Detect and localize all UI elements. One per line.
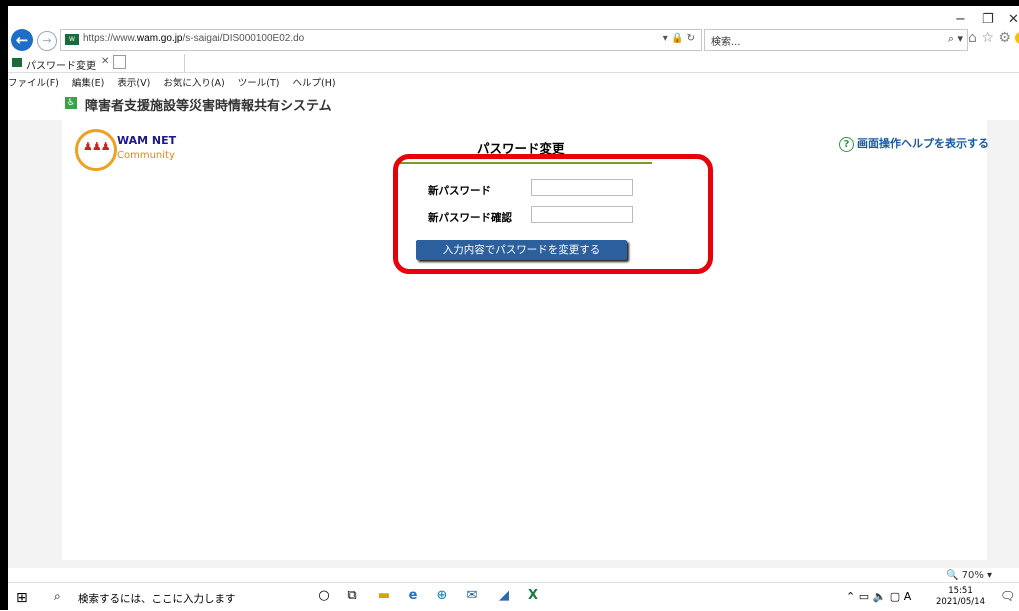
address-bar[interactable]: W https://www.wam.go.jp/s-saigai/DIS0001… [60, 29, 702, 51]
navigation-bar: ← → W https://www.wam.go.jp/s-saigai/DIS… [8, 27, 1019, 53]
task-view-icon[interactable]: ⧉ [343, 587, 361, 605]
forward-arrow-icon[interactable]: → [37, 31, 57, 51]
cortana-icon[interactable]: ○ [315, 587, 333, 605]
favorites-star-icon[interactable]: ☆ [981, 30, 994, 46]
page-viewport: ♟♟♟ WAM NET Community パスワード変更 ? 画面操作ヘルプを表… [8, 120, 1019, 568]
system-title: 障害者支援施設等災害時情報共有システム [85, 99, 332, 114]
excel-icon[interactable]: X [524, 587, 542, 605]
browser-tab[interactable]: パスワード変更 ✕ [8, 54, 185, 72]
taskbar-search-placeholder: 検索するには、ここに入力します [78, 593, 236, 605]
notification-icon[interactable]: 🗨 [1000, 589, 1015, 603]
url-text: https://www.wam.go.jp/s-saigai/DIS000100… [83, 33, 305, 44]
file-explorer-icon[interactable]: ▬ [375, 587, 393, 605]
search-icon[interactable]: ⌕ ▾ [948, 32, 963, 46]
minimize-icon[interactable]: − [955, 12, 966, 27]
feedback-smiley-icon[interactable] [1015, 32, 1019, 44]
tab-title: パスワード変更 [26, 61, 96, 72]
wamnet-logo: ♟♟♟ WAM NET Community [75, 127, 185, 171]
site-favicon-icon: W [65, 34, 79, 45]
outlook-icon[interactable]: ✉ [463, 587, 481, 605]
settings-gear-icon[interactable]: ⚙ [998, 30, 1011, 46]
menu-help[interactable]: ヘルプ(H) [293, 78, 336, 89]
menu-edit[interactable]: 編集(E) [72, 78, 104, 89]
clock[interactable]: 15:51 2021/05/14 [936, 586, 985, 608]
system-tray[interactable]: ⌃ ▭ 🔈 ▢ A [846, 590, 911, 603]
help-link[interactable]: ? 画面操作ヘルプを表示する [839, 135, 989, 152]
taskbar-search-icon: ⌕ [54, 589, 61, 603]
internet-explorer-icon[interactable]: e [404, 587, 422, 605]
tab-favicon-icon [12, 58, 22, 67]
logo-community: Community [117, 150, 175, 161]
new-tab-icon[interactable] [113, 55, 126, 69]
page-content: ♟♟♟ WAM NET Community パスワード変更 ? 画面操作ヘルプを表… [62, 120, 989, 560]
logo-people-icon: ♟♟♟ [83, 140, 111, 153]
windows-start-icon[interactable]: ⊞ [16, 590, 28, 606]
window-frame-top [0, 0, 1019, 6]
address-tools[interactable]: ▾ 🔒 ↻ [663, 33, 695, 44]
zoom-indicator[interactable]: 🔍 70% ▾ [946, 570, 992, 581]
app-icon[interactable]: ◢ [495, 587, 513, 605]
browser-search-box[interactable]: 検索... ⌕ ▾ [704, 29, 968, 51]
menu-file[interactable]: ファイル(F) [8, 78, 59, 89]
menu-view[interactable]: 表示(V) [117, 78, 150, 89]
highlight-annotation [393, 154, 713, 274]
home-icon[interactable]: ⌂ [968, 30, 977, 46]
ime-indicator[interactable]: A [904, 590, 912, 603]
accessibility-logo-icon: ♿ [65, 97, 77, 109]
globe-app-icon[interactable]: ⊕ [433, 587, 451, 605]
taskbar: ⊞ ⌕ 検索するには、ここに入力します ○ ⧉ ▬ e ⊕ ✉ ◢ X ⌃ ▭ … [8, 582, 1019, 611]
search-placeholder: 検索... [711, 37, 741, 48]
help-question-icon: ? [839, 136, 854, 152]
close-window-icon[interactable]: ✕ [1008, 12, 1019, 27]
menu-bar: ファイル(F) 編集(E) 表示(V) お気に入り(A) ツール(T) ヘルプ(… [8, 75, 346, 91]
clock-date: 2021/05/14 [936, 597, 985, 607]
clock-time: 15:51 [948, 586, 973, 596]
restore-icon[interactable]: ❐ [982, 12, 994, 27]
window-frame-left [0, 0, 8, 610]
logo-wordmark: WAM NET [117, 134, 177, 147]
browser-toolbar-icons: ⌂ ☆ ⚙ [968, 30, 1019, 46]
tab-divider [8, 72, 1019, 73]
tab-close-icon[interactable]: ✕ [101, 56, 109, 67]
menu-favorites[interactable]: お気に入り(A) [163, 78, 224, 89]
menu-tools[interactable]: ツール(T) [238, 78, 280, 89]
system-header: ♿ 障害者支援施設等災害時情報共有システム [8, 92, 1019, 120]
taskbar-search[interactable]: ⌕ 検索するには、ここに入力します [40, 583, 286, 611]
back-arrow-icon[interactable]: ← [11, 29, 33, 51]
